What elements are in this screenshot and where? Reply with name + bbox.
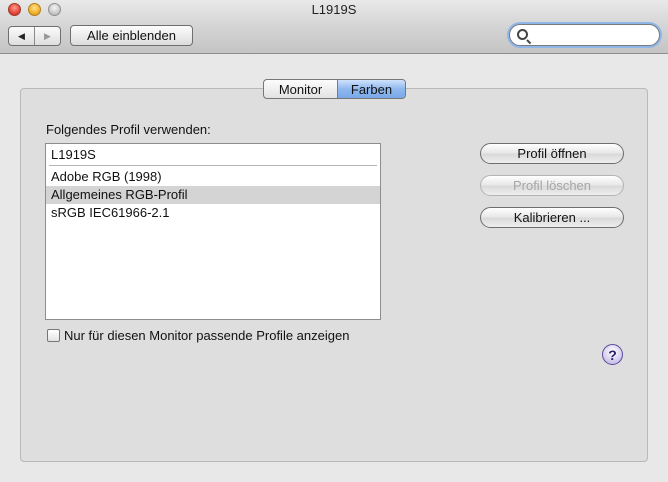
help-icon[interactable]: ? [602, 344, 623, 365]
window-title: L1919S [311, 2, 357, 17]
search-field[interactable] [509, 24, 660, 46]
tab-bar: Monitor Farben [263, 79, 406, 99]
calibrate-button[interactable]: Kalibrieren ... [480, 207, 624, 228]
matching-profiles-label[interactable]: Nur für diesen Monitor passende Profile … [64, 328, 349, 343]
forward-arrow-icon[interactable]: ▶ [34, 27, 60, 45]
preferences-window: L1919S ◀ ▶ Alle einblenden Monitor Farbe… [0, 0, 668, 482]
list-item[interactable]: Adobe RGB (1998) [46, 168, 380, 186]
list-item-selected[interactable]: Allgemeines RGB-Profil [46, 186, 380, 204]
title-bar: L1919S ◀ ▶ Alle einblenden [0, 0, 668, 54]
delete-profile-button[interactable]: Profil löschen [480, 175, 624, 196]
current-profile-item[interactable]: L1919S [46, 144, 380, 165]
tab-monitor[interactable]: Monitor [264, 80, 337, 98]
list-item[interactable]: sRGB IEC61966-2.1 [46, 204, 380, 222]
back-arrow-icon[interactable]: ◀ [9, 27, 34, 45]
open-profile-button[interactable]: Profil öffnen [480, 143, 624, 164]
profile-list[interactable]: L1919S Adobe RGB (1998) Allgemeines RGB-… [45, 143, 381, 320]
show-all-button[interactable]: Alle einblenden [70, 25, 193, 46]
profile-list-label: Folgendes Profil verwenden: [46, 122, 211, 137]
list-divider [49, 165, 377, 166]
search-input[interactable] [532, 27, 654, 43]
back-forward-control: ◀ ▶ [8, 26, 61, 46]
search-icon [517, 29, 528, 40]
tab-farben[interactable]: Farben [337, 80, 405, 98]
matching-profiles-option[interactable]: Nur für diesen Monitor passende Profile … [47, 328, 349, 343]
matching-profiles-checkbox[interactable] [47, 329, 60, 342]
